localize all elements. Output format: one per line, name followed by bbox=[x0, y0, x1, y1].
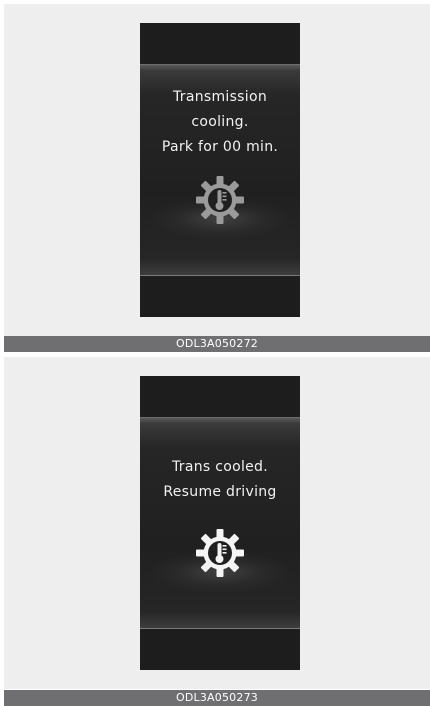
figure-panel-transmission-cooled: Trans cooled. Resume driving bbox=[4, 357, 430, 689]
figure-caption: ODL3A050273 bbox=[4, 690, 430, 706]
transmission-temperature-gear-icon bbox=[196, 529, 244, 577]
message-line: Transmission bbox=[172, 89, 268, 105]
figure-panel-transmission-cooling: Transmission cooling. Park for 00 min. bbox=[4, 4, 430, 336]
cluster-display: Transmission cooling. Park for 00 min. bbox=[140, 23, 300, 317]
transmission-temperature-gear-icon bbox=[196, 176, 244, 224]
display-content-band bbox=[140, 417, 300, 629]
warning-message: Transmission cooling. Park for 00 min. bbox=[140, 85, 300, 160]
message-line: Resume driving bbox=[163, 484, 277, 500]
message-line: cooling. bbox=[191, 114, 249, 130]
figure-caption: ODL3A050272 bbox=[4, 336, 430, 352]
message-line: Trans cooled. bbox=[171, 459, 268, 475]
cluster-display: Trans cooled. Resume driving bbox=[140, 376, 300, 670]
message-line: Park for 00 min. bbox=[161, 139, 279, 155]
status-message: Trans cooled. Resume driving bbox=[140, 455, 300, 505]
